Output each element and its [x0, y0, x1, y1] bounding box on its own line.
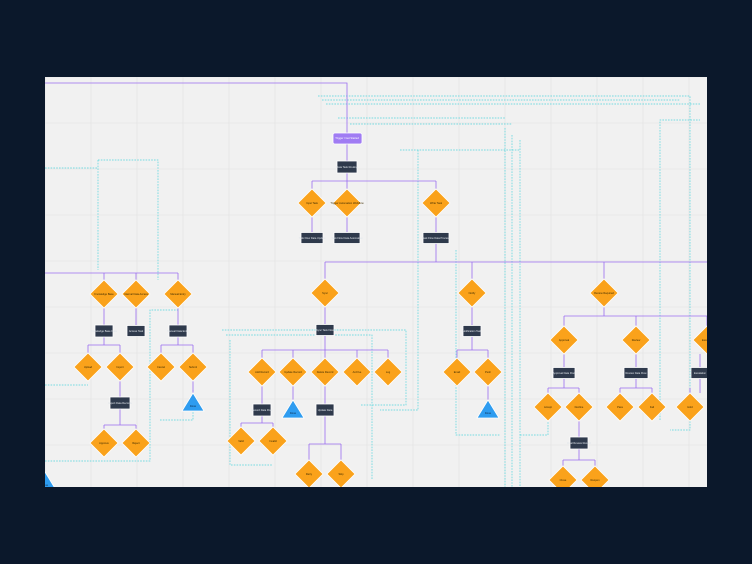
connector-line [456, 337, 489, 358]
node-label: Knowledge Base Data [91, 329, 117, 333]
node-label: Manual Entry [170, 292, 186, 296]
node-label: Delete Record [317, 370, 334, 374]
node-label: Submit [189, 365, 197, 369]
node-label: Hold [687, 405, 693, 409]
node-label: Skip [338, 472, 344, 476]
node-label: Add Record [255, 370, 269, 374]
node-label: Sync [322, 291, 328, 295]
node-label: Trigger / Get Started [335, 136, 359, 140]
node-label: Close [560, 478, 567, 482]
node-label: Internal Data Access [124, 292, 148, 296]
connector-line [103, 409, 137, 429]
node-label: Final Review Record [567, 441, 591, 445]
dashed-group-outline [318, 95, 691, 431]
node-label: Import Data Records [108, 401, 133, 405]
connector-line [87, 337, 121, 353]
node-label: Valid [238, 439, 244, 443]
node-label: Record Data Flow [252, 408, 273, 412]
node-label: Reject [132, 441, 140, 445]
node-label: Task Flow Data Automation [331, 236, 363, 240]
decision-node [548, 465, 578, 487]
node-label: Data Task Routing [336, 165, 358, 169]
connector-line [689, 379, 701, 393]
node-label: Import [116, 365, 124, 369]
node-label: Escalate [702, 338, 707, 342]
connector-line [45, 82, 348, 133]
node-label: Archive [353, 370, 362, 374]
connector-line [562, 449, 596, 466]
node-label: Sync Task Flow [316, 328, 334, 332]
flowchart-canvas[interactable]: Trigger / Get Started Data Task Routing In… [45, 77, 707, 487]
node-label: Approve [99, 441, 109, 445]
node-label: Upload [84, 365, 93, 369]
connector-line [619, 379, 653, 393]
node-label: Task Flow Data Update [299, 236, 326, 240]
node-label: Update Record [284, 370, 302, 374]
connector-line [240, 416, 274, 427]
node-label: Done [45, 483, 49, 487]
node-label: Approval Data Flow [553, 371, 576, 375]
node-label: Pass [617, 405, 623, 409]
node-label: Decline [575, 405, 584, 409]
node-label: Notify [469, 291, 476, 295]
node-label: Review Data Flow [626, 371, 647, 375]
dashed-group-outline [226, 334, 373, 480]
decision-node [580, 465, 610, 487]
node-label: Approval [559, 338, 570, 342]
node-label: Task Flow Data Process [422, 236, 451, 240]
node-label: Retry [306, 472, 313, 476]
node-label: Done [290, 411, 297, 415]
node-label: Review [632, 338, 641, 342]
node-label: Write Task [430, 201, 443, 205]
node-label: Input Task [306, 201, 318, 205]
node-label: Manual Data Entry [167, 329, 189, 333]
node-label: Knowledge Base [94, 292, 114, 296]
node-label: Fail [650, 405, 655, 409]
node-label: Log [386, 370, 391, 374]
dashed-group-outline [455, 250, 500, 436]
node-label: Accept [544, 405, 552, 409]
connector-line [547, 379, 580, 393]
node-label: Access Task [129, 329, 144, 333]
node-label: Notification Task [463, 329, 483, 333]
connector-line [160, 337, 194, 353]
dashed-group-outline [520, 420, 549, 436]
flowchart-diagram: Trigger / Get Started Data Task Routing In… [45, 77, 707, 487]
node-label: Push [485, 370, 491, 374]
dashed-group-outline [98, 159, 159, 280]
node-label: Cancel [157, 365, 165, 369]
node-label: Done [190, 404, 197, 408]
node-label: Done [485, 411, 492, 415]
node-label: Invalid [269, 439, 277, 443]
node-label: Update Data [318, 408, 333, 412]
node-label: Email [454, 370, 461, 374]
node-label: Trigger Automation Workflow [330, 201, 363, 205]
node-label: Reopen [590, 478, 600, 482]
node-label: Review Required [594, 291, 614, 295]
terminal-node [181, 392, 205, 412]
node-label: Escalation [694, 371, 707, 375]
terminal-node [281, 399, 305, 419]
connector-line [308, 416, 342, 460]
terminal-node [476, 399, 500, 419]
